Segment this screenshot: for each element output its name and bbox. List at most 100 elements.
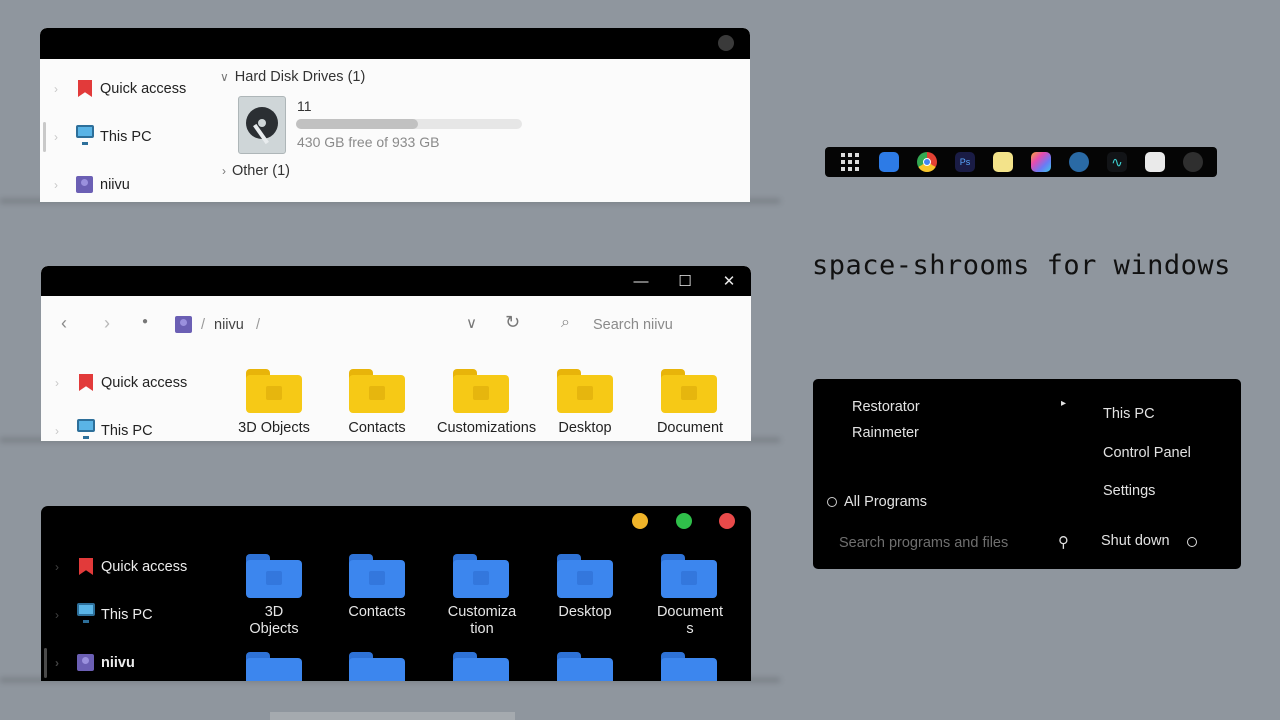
search-icon[interactable]: ⚲ [1058,533,1069,551]
sidebar-item-this-pc[interactable]: › This PC [40,122,152,152]
folder-icon[interactable] [453,652,509,681]
folder-icon[interactable] [661,369,717,413]
start-menu-link-control-panel[interactable]: Control Panel [1103,445,1191,461]
close-dot-button[interactable] [718,35,734,51]
sidebar-item-this-pc[interactable]: › This PC [41,416,153,441]
chevron-right-icon[interactable]: › [54,178,68,192]
folder-label[interactable]: 3D Objects [229,604,319,638]
chevron-right-icon[interactable]: › [54,130,68,144]
minimize-button[interactable]: — [619,266,663,296]
photoshop-icon[interactable]: Ps [955,152,975,172]
folder-label[interactable]: Desktop [540,420,630,437]
sidebar-item-quick-access[interactable]: › Quick access [41,552,187,582]
folder-icon[interactable] [557,652,613,681]
bookmark-icon [76,80,94,98]
chevron-down-icon: ∨ [220,70,229,84]
sidebar-item-label: niivu [100,177,130,193]
chrome-icon[interactable] [917,152,937,172]
steam-icon[interactable] [1069,152,1089,172]
up-dot-icon[interactable]: ● [142,316,148,327]
user-icon [175,316,192,333]
chevron-down-icon[interactable]: ∨ [466,314,477,332]
page-title: space-shrooms for windows [812,250,1231,281]
chevron-right-icon[interactable]: › [55,656,69,670]
back-arrow-icon[interactable]: ‹ [61,313,67,334]
chevron-right-icon[interactable]: › [54,82,68,96]
chevron-right-icon: › [222,164,226,178]
folder-icon[interactable] [349,369,405,413]
close-dot-button[interactable] [719,513,735,529]
breadcrumb-niivu[interactable]: niivu [214,317,244,333]
folder-icon[interactable] [246,369,302,413]
folder-icon[interactable] [349,652,405,681]
power-icon[interactable] [1187,537,1197,547]
chevron-right-icon[interactable]: ▸ [1061,398,1066,409]
folder-icon[interactable] [453,369,509,413]
chevron-right-icon[interactable]: › [55,608,69,622]
hard-drive-icon[interactable] [238,96,286,154]
folder-label[interactable]: Customiza tion [437,604,527,638]
notes-icon[interactable] [993,152,1013,172]
start-menu-link-this-pc[interactable]: This PC [1103,406,1155,422]
circle-icon [827,497,837,507]
sidebar-item-label: Quick access [100,81,187,97]
close-button[interactable]: ✕ [707,266,751,296]
sidebar-item-niivu[interactable]: › niivu [41,648,135,678]
explorer-window-this-pc: › Quick access › This PC › niivu ∨ Hard D… [40,28,750,202]
folder-label[interactable]: Desktop [540,604,630,621]
finder-icon[interactable] [879,152,899,172]
sidebar-item-quick-access[interactable]: › Quick access [40,74,186,104]
folder-icon[interactable] [557,369,613,413]
folder-icon[interactable] [246,652,302,681]
dock: Ps ∿ [825,147,1217,177]
maximize-button[interactable]: ☐ [663,266,707,296]
sidebar-item-quick-access[interactable]: › Quick access [41,368,187,398]
forward-arrow-icon[interactable]: › [104,313,110,334]
folder-icon[interactable] [349,554,405,598]
folder-icon[interactable] [557,554,613,598]
start-menu-link-settings[interactable]: Settings [1103,483,1155,499]
activity-icon[interactable]: ∿ [1107,152,1127,172]
mask-icon[interactable] [1183,152,1203,172]
refresh-icon[interactable]: ↻ [505,312,520,333]
folder-label[interactable]: 3D Objects [229,420,319,437]
breadcrumb-separator: / [256,317,261,333]
sidebar-item-niivu[interactable]: › niivu [40,170,130,200]
folder-label[interactable]: Contacts [332,420,422,437]
search-input[interactable]: Search programs and files [839,535,1008,551]
launchpad-icon[interactable] [1145,152,1165,172]
shutdown-button[interactable]: Shut down [1101,533,1170,549]
folder-label[interactable]: Customizations [437,420,536,437]
maximize-dot-button[interactable] [676,513,692,529]
folder-icon[interactable] [661,554,717,598]
folder-label[interactable]: Document s [645,604,735,638]
sidebar-item-this-pc[interactable]: › This PC [41,600,153,630]
monitor-icon [76,125,94,146]
folder-icon[interactable] [453,554,509,598]
section-hard-disk-drives[interactable]: ∨ Hard Disk Drives (1) [220,69,365,85]
apps-grid-icon[interactable] [841,153,859,171]
drive-name[interactable]: 11 [297,98,312,114]
section-other[interactable]: › Other (1) [222,163,290,179]
horizontal-scrollbar[interactable] [270,712,515,720]
all-programs-button[interactable]: All Programs [844,494,927,510]
minimize-dot-button[interactable] [632,513,648,529]
monitor-icon [77,603,95,624]
chevron-right-icon[interactable]: › [55,376,69,390]
chevron-right-icon[interactable]: › [55,424,69,438]
start-menu-item[interactable]: Restorator [852,399,920,415]
search-input[interactable]: Search niivu [593,317,673,333]
chevron-right-icon[interactable]: › [55,560,69,574]
start-menu-item[interactable]: Rainmeter [852,425,919,441]
sidebar-item-label: Quick access [101,559,188,575]
user-icon [76,176,94,194]
start-menu: Restorator Rainmeter ▸ All Programs Sear… [813,379,1241,569]
gallery-icon[interactable] [1031,152,1051,172]
section-title: Other (1) [232,163,291,179]
folder-icon[interactable] [661,652,717,681]
folder-label[interactable]: Document [645,420,735,437]
folder-icon[interactable] [246,554,302,598]
folder-label[interactable]: Contacts [332,604,422,621]
bookmark-icon [77,374,95,392]
explorer-window-niivu-dark: › Quick access › This PC › niivu 3D Objec… [41,506,751,681]
